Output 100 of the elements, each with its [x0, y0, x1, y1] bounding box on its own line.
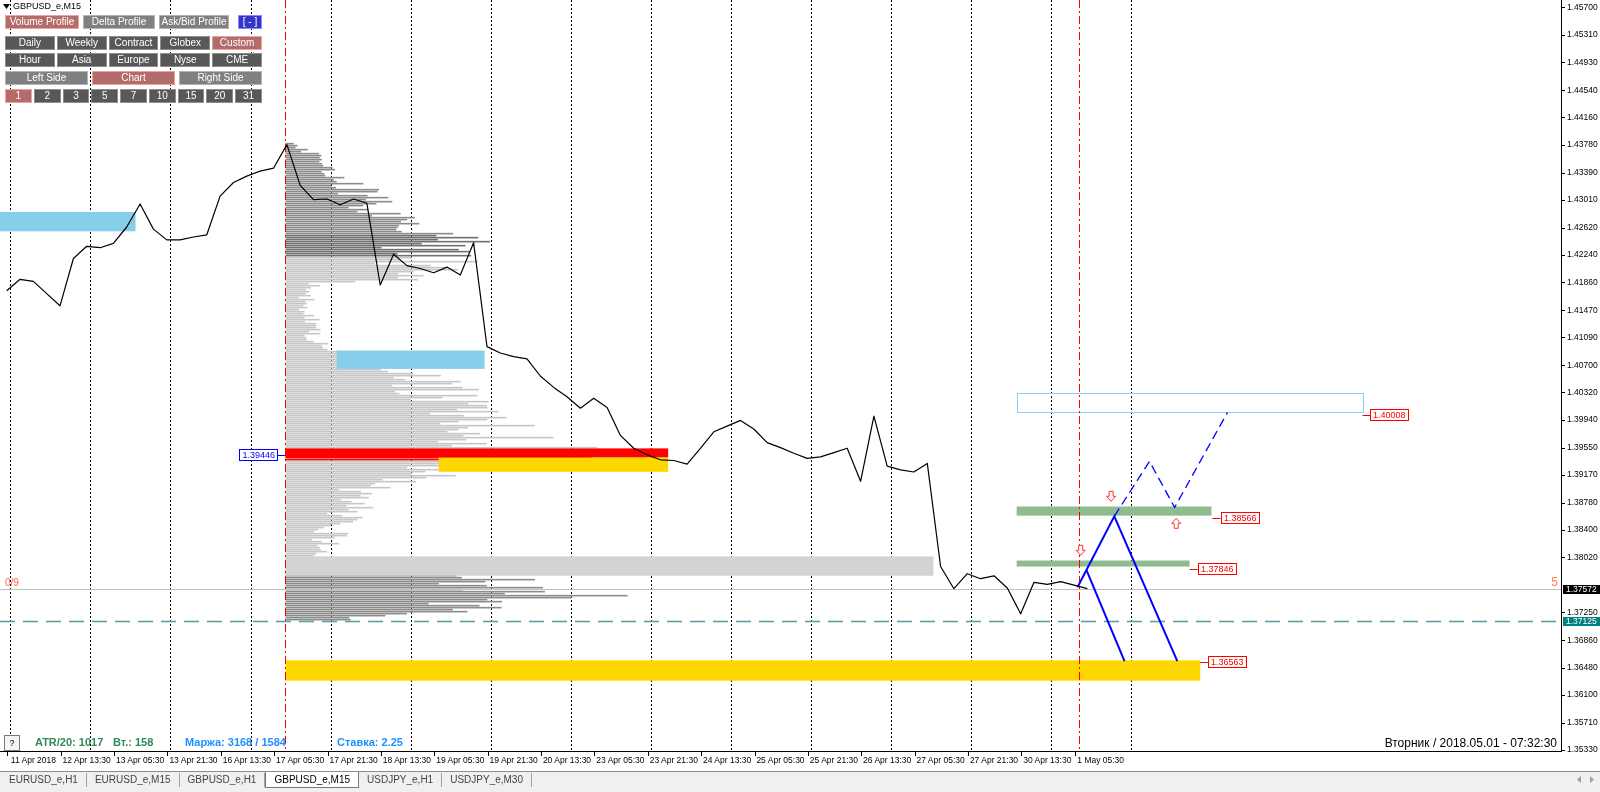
time-axis-label: 23 Apr 21:30 — [649, 755, 698, 765]
price-axis-label: 1.35710 — [1567, 718, 1598, 727]
profile-type-button[interactable]: Delta Profile — [83, 15, 155, 29]
leader-line — [1200, 662, 1209, 663]
info-text: Вт.: 158 — [113, 736, 155, 749]
price-tag: 1.38566 — [1221, 512, 1260, 524]
price-axis-label: 1.44930 — [1567, 58, 1598, 67]
caret-icon[interactable] — [3, 4, 10, 9]
price-tag: 1.36563 — [1208, 656, 1247, 668]
scroll-right-icon[interactable] — [1590, 776, 1594, 783]
chart-tab[interactable]: EURUSD_e,H1 — [1, 773, 87, 787]
price-axis-label: 1.38400 — [1567, 525, 1598, 534]
price-axis-label: 1.40700 — [1567, 361, 1598, 370]
time-axis-label: 30 Apr 13:30 — [1023, 755, 1072, 765]
price-axis-label: 1.44160 — [1567, 113, 1598, 122]
session-button[interactable]: Europe — [108, 53, 159, 67]
time-axis-label: 16 Apr 13:30 — [222, 755, 271, 765]
leader-line — [277, 455, 286, 456]
count-button[interactable]: 7 — [120, 89, 147, 103]
session-button[interactable]: Asia — [56, 53, 107, 67]
time-axis-label: 1 May 05:30 — [1077, 755, 1125, 765]
position-button[interactable]: Left Side — [5, 71, 88, 85]
price-axis-label: 1.39170 — [1567, 470, 1598, 479]
time-axis-label: 24 Apr 13:30 — [703, 755, 752, 765]
server-time-label: Вторник / 2018.05.01 - 07:32:30 — [1384, 736, 1557, 750]
price-axis-label: 1.43010 — [1567, 195, 1598, 204]
count-button[interactable]: 5 — [91, 89, 119, 103]
profile-type-button[interactable]: Ask/Bid Profile — [159, 15, 229, 29]
profile-type-button[interactable]: Volume Profile — [5, 15, 79, 29]
count-button[interactable]: 1 — [5, 89, 32, 103]
count-button[interactable]: 3 — [62, 89, 90, 103]
count-button[interactable]: 2 — [33, 89, 61, 103]
leader-line — [1212, 518, 1221, 519]
price-axis-label: 1.37250 — [1567, 608, 1598, 617]
count-button[interactable]: 15 — [177, 89, 205, 103]
scroll-left-icon[interactable] — [1577, 776, 1581, 783]
chart-tab[interactable]: EURUSD_e,M15 — [86, 773, 180, 787]
time-axis-label: 13 Apr 21:30 — [169, 755, 218, 765]
price-axis-label: 1.43780 — [1567, 140, 1598, 149]
leader-line — [1189, 569, 1198, 570]
session-button[interactable]: Nyse — [160, 53, 211, 67]
price-axis-label: 1.45310 — [1567, 30, 1598, 39]
price-tag: 1.39446 — [239, 449, 278, 461]
counter-label: 0/9 — [5, 577, 19, 589]
time-axis-label: 19 Apr 05:30 — [436, 755, 485, 765]
count-button[interactable]: 31 — [235, 89, 262, 103]
chart-tab[interactable]: GBPUSD_e,M15 — [265, 772, 360, 788]
chart-tab[interactable]: USDJPY_e,H1 — [359, 773, 443, 787]
session-button[interactable]: Daily — [5, 36, 55, 50]
session-button[interactable]: Hour — [5, 53, 55, 67]
price-axis-label: 1.35330 — [1567, 745, 1598, 754]
time-axis-label: 17 Apr 21:30 — [329, 755, 378, 765]
collapse-button[interactable]: [ - ] — [238, 15, 262, 29]
price-tag: 1.40008 — [1370, 409, 1409, 421]
time-axis-label: 27 Apr 21:30 — [969, 755, 1019, 765]
info-text: Маржа: 3168 / 1584 — [185, 736, 287, 749]
price-axis-label: 1.44540 — [1567, 86, 1598, 95]
session-button[interactable]: Weekly — [56, 36, 107, 50]
price-axis-label: 1.36480 — [1567, 663, 1598, 672]
time-axis-label: 11 Apr 2018 — [10, 755, 56, 765]
price-badge: 1.37572 — [1563, 585, 1600, 594]
session-button[interactable]: Custom — [212, 36, 262, 50]
price-axis-label: 1.39550 — [1567, 443, 1598, 452]
session-button[interactable]: CME — [212, 53, 262, 67]
price-axis-label: 1.42620 — [1567, 223, 1598, 232]
info-text: ATR/20: 1017 — [35, 736, 105, 749]
price-axis-label: 1.43390 — [1567, 168, 1598, 177]
session-button[interactable]: Contract — [108, 36, 159, 50]
chart-tab[interactable]: USDJPY_e,M30 — [442, 773, 532, 787]
price-axis-label: 1.38020 — [1567, 553, 1598, 562]
count-button[interactable]: 20 — [206, 89, 234, 103]
price-axis-label: 1.39940 — [1567, 415, 1598, 424]
price-tag: 1.37846 — [1198, 563, 1237, 575]
leader-line — [1362, 415, 1371, 416]
time-axis-label: 18 Apr 13:30 — [382, 755, 431, 765]
position-button[interactable]: Chart — [92, 71, 175, 85]
counter-label: 5 — [1551, 576, 1558, 589]
price-axis-label: 1.41860 — [1567, 278, 1598, 287]
time-axis-label: 19 Apr 21:30 — [489, 755, 538, 765]
time-axis-label: 13 Apr 05:30 — [116, 755, 165, 765]
session-button[interactable]: Globex — [160, 36, 211, 50]
time-axis-label: 26 Apr 13:30 — [863, 755, 912, 765]
price-axis-label: 1.42240 — [1567, 250, 1598, 259]
help-button[interactable]: ? — [4, 734, 20, 751]
count-button[interactable]: 10 — [148, 89, 176, 103]
price-axis-label: 1.45700 — [1567, 3, 1598, 12]
symbol-label: GBPUSD_e,M15 — [13, 1, 82, 12]
price-axis-label: 1.41090 — [1567, 333, 1598, 342]
position-button[interactable]: Right Side — [179, 71, 262, 85]
info-text: Ставка: 2.25 — [337, 736, 403, 749]
price-axis-label: 1.40320 — [1567, 388, 1598, 397]
price-axis-label: 1.38780 — [1567, 498, 1598, 507]
time-axis-label: 25 Apr 05:30 — [756, 755, 805, 765]
time-axis-label: 20 Apr 13:30 — [542, 755, 592, 765]
time-axis-label: 25 Apr 21:30 — [809, 755, 858, 765]
arrow-down-icon — [1106, 490, 1117, 502]
price-axis-label: 1.36860 — [1567, 636, 1598, 645]
time-axis-label: 17 Apr 05:30 — [276, 755, 325, 765]
time-axis-label: 23 Apr 05:30 — [596, 755, 645, 765]
price-axis-label: 1.41470 — [1567, 306, 1598, 315]
